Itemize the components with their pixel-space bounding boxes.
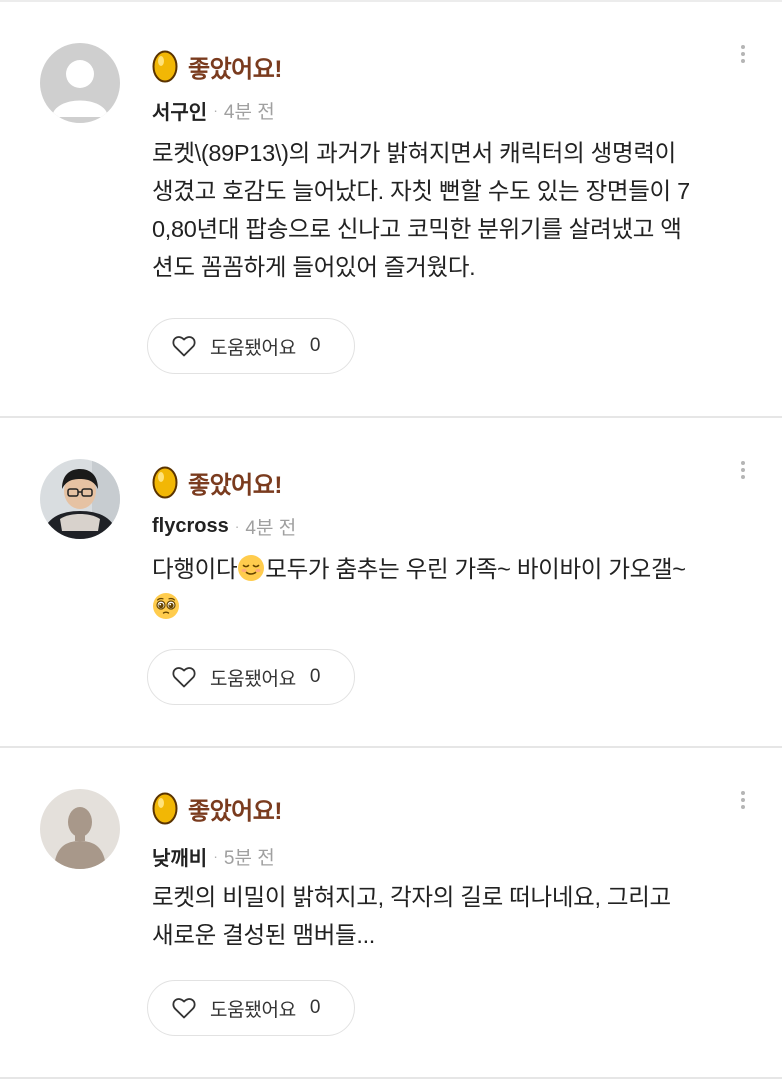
timestamp: 4분 전 <box>223 101 275 123</box>
default-avatar-icon[interactable] <box>40 43 120 123</box>
helpful-count: 0 <box>309 997 321 1018</box>
username[interactable]: 서구인 <box>152 96 207 125</box>
rating-row: 좋았어요! <box>152 788 282 828</box>
review-item: 좋았어요! 낮깨비 · 5분 전 로켓의 비밀이 밝혀지고, 각자의 길로 떠나… <box>0 748 782 1080</box>
meta-separator: · <box>213 848 218 864</box>
rating-label: 좋았어요! <box>188 471 282 499</box>
meta-separator: · <box>234 518 240 534</box>
timestamp: 5분 전 <box>223 847 275 869</box>
review-meta: 서구인 · 4분 전 <box>152 95 275 125</box>
helpful-label: 도움됐어요 <box>210 999 296 1021</box>
helpful-button[interactable]: 도움됐어요 0 <box>147 980 355 1036</box>
review-text-line: 생겼고 호감도 늘어났다. 자칫 뻔할 수도 있는 장면들이 7 <box>152 178 690 204</box>
meta-separator: · <box>213 102 218 118</box>
silhouette-avatar-icon[interactable] <box>40 789 120 869</box>
more-options-icon[interactable] <box>735 458 751 488</box>
review-text-line: 로켓의 비밀이 밝혀지고, 각자의 길로 떠나네요, 그리고 <box>152 884 671 910</box>
golden-egg-icon <box>152 49 178 83</box>
review-meta: flycross · 4분 전 <box>152 511 296 541</box>
rating-row: 좋았어요! <box>152 46 282 86</box>
heart-icon <box>172 335 196 357</box>
review-item: 좋았어요! 서구인 · 4분 전 로켓\(89P13\)의 과거가 밝혀지면서 … <box>0 0 782 418</box>
more-options-icon[interactable] <box>735 788 751 818</box>
helpful-label: 도움됐어요 <box>210 337 296 359</box>
review-text: 로켓\(89P13\)의 과거가 밝혀지면서 캐릭터의 생명력이 생겼고 호감도… <box>152 134 752 286</box>
heart-icon <box>172 997 196 1019</box>
review-meta: 낮깨비 · 5분 전 <box>152 841 275 871</box>
rating-row: 좋았어요! <box>152 462 282 502</box>
review-text-line: 0,80년대 팝송으로 신나고 코믹한 분위기를 살려냈고 액 <box>152 216 682 242</box>
review-text-segment: 다행이다 <box>152 556 238 582</box>
review-text-segment: 모두가 춤추는 우린 가족~ 바이바이 가오갤~ <box>265 556 686 582</box>
review-text-line: 새로운 결성된 맴버들... <box>152 922 376 948</box>
golden-egg-icon <box>152 791 178 825</box>
helpful-button[interactable]: 도움됐어요 0 <box>147 649 355 705</box>
relieved-face-emoji <box>237 554 265 582</box>
helpful-button[interactable]: 도움됐어요 0 <box>147 318 355 374</box>
username[interactable]: 낮깨비 <box>152 842 207 871</box>
review-item: 좋았어요! flycross · 4분 전 다행이다 모두가 춤추는 우린 가족… <box>0 418 782 748</box>
review-divider <box>0 1077 782 1079</box>
username[interactable]: flycross <box>152 515 229 538</box>
user-photo-avatar[interactable] <box>40 459 120 539</box>
review-text: 로켓의 비밀이 밝혀지고, 각자의 길로 떠나네요, 그리고 새로운 결성된 맴… <box>152 878 752 954</box>
helpful-count: 0 <box>309 666 321 687</box>
more-options-icon[interactable] <box>735 42 751 72</box>
review-text-line: 션도 꼼꼼하게 들어있어 즐거웠다. <box>152 254 476 280</box>
review-text-line <box>152 588 752 626</box>
golden-egg-icon <box>152 465 178 499</box>
pleading-face-emoji <box>152 592 180 620</box>
helpful-label: 도움됐어요 <box>210 668 296 690</box>
helpful-count: 0 <box>309 335 321 356</box>
heart-icon <box>172 666 196 688</box>
review-text: 다행이다 모두가 춤추는 우린 가족~ 바이바이 가오갤~ <box>152 550 752 626</box>
rating-label: 좋았어요! <box>188 55 282 83</box>
timestamp: 4분 전 <box>245 517 297 539</box>
review-text-line: 로켓\(89P13\)의 과거가 밝혀지면서 캐릭터의 생명력이 <box>152 140 676 166</box>
review-text-line: 다행이다 모두가 춤추는 우린 가족~ 바이바이 가오갤~ <box>152 550 752 588</box>
rating-label: 좋았어요! <box>188 797 282 825</box>
